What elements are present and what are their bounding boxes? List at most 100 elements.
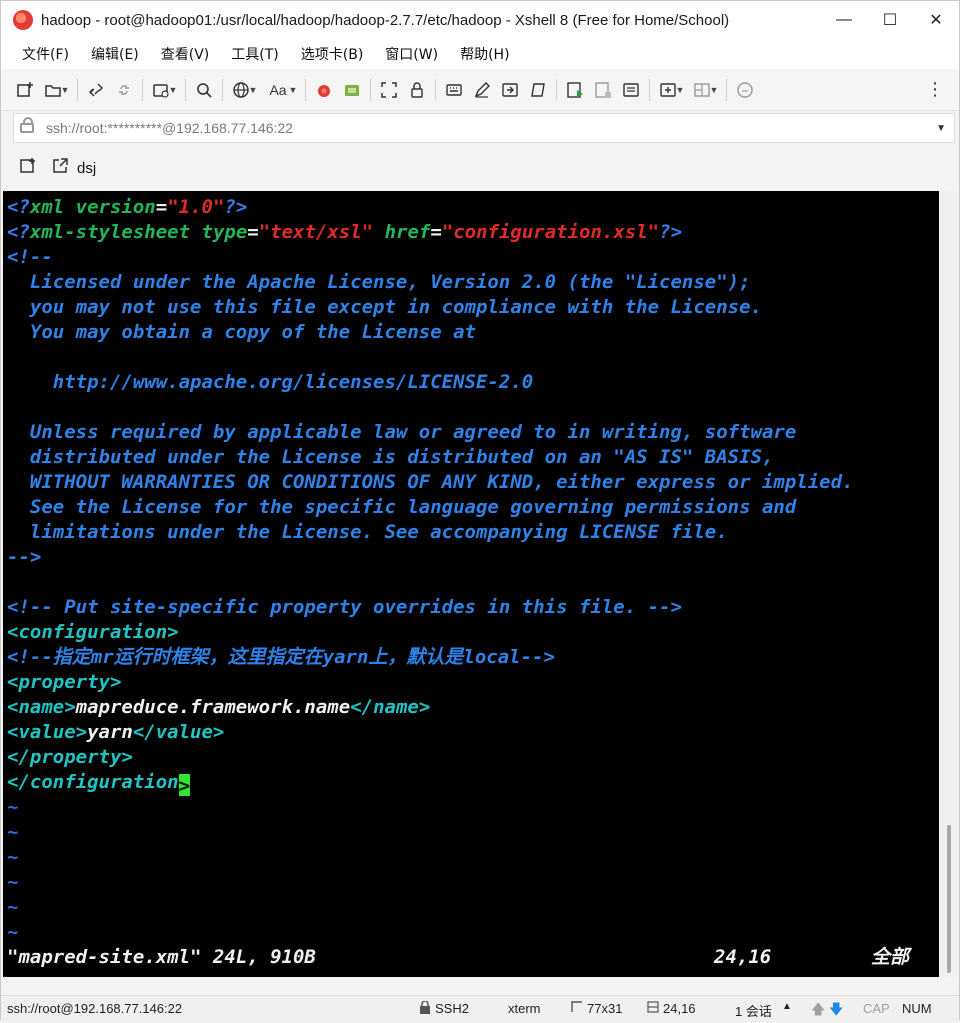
- chat-icon[interactable]: [731, 76, 759, 104]
- run-script-icon[interactable]: [561, 76, 589, 104]
- address-bar[interactable]: ssh://root:**********@192.168.77.146:22 …: [13, 113, 955, 143]
- minimize-button[interactable]: —: [821, 1, 867, 39]
- xshell-window: hadoop - root@hadoop01:/usr/local/hadoop…: [0, 0, 960, 1022]
- terminal-scrollbar[interactable]: [939, 191, 959, 977]
- empty-line-tilde: ~: [7, 921, 19, 943]
- address-dropdown-icon[interactable]: ▼: [936, 123, 946, 134]
- encoding-dropdown-icon[interactable]: ▼: [247, 85, 259, 95]
- font-dropdown-icon[interactable]: ▼: [287, 85, 299, 95]
- log-icon[interactable]: [617, 76, 645, 104]
- toolbar-separator: [435, 78, 436, 101]
- pen-icon[interactable]: [468, 76, 496, 104]
- maximize-button[interactable]: ☐: [867, 1, 913, 39]
- status-size: 77x31: [587, 1001, 623, 1016]
- editor-line-11: distributed under the License is distrib…: [7, 446, 774, 468]
- arrow-up-icon: 🡅: [811, 1001, 826, 1017]
- editor-line-20: <property>: [7, 671, 122, 693]
- toolbar-separator: [142, 78, 143, 101]
- status-caps: CAP: [863, 1001, 890, 1016]
- editor-line-24: </configuration>: [7, 771, 191, 797]
- status-connection: ssh://root@192.168.77.146:22: [7, 1001, 183, 1016]
- lock-icon: [20, 117, 34, 133]
- ssh-lock-icon: [419, 1000, 431, 1017]
- session-tab-bar: dsj: [1, 149, 959, 187]
- vim-status-file: "mapred-site.xml" 24L, 910B: [7, 946, 316, 968]
- editor-line-18: <configuration>: [7, 621, 179, 643]
- menu-tools[interactable]: 工具(T): [220, 44, 289, 64]
- empty-line-tilde: ~: [7, 896, 19, 918]
- lock-icon[interactable]: [403, 76, 431, 104]
- script-icon[interactable]: [524, 76, 552, 104]
- toolbar-separator: [185, 78, 186, 101]
- transfer-icon[interactable]: [338, 76, 366, 104]
- search-icon[interactable]: [190, 76, 218, 104]
- more-icon[interactable]: ⋮: [921, 76, 949, 104]
- empty-line-tilde: ~: [7, 821, 19, 843]
- toolbar-separator: [649, 78, 650, 101]
- new-session-icon[interactable]: [11, 76, 39, 104]
- editor-line-23: </property>: [7, 746, 133, 768]
- layout-dropdown-icon[interactable]: ▼: [708, 85, 720, 95]
- editor-line-1: <?xml version="1.0"?>: [7, 196, 248, 218]
- stop-script-icon[interactable]: [589, 76, 617, 104]
- fullscreen-icon[interactable]: [375, 76, 403, 104]
- editor-line-19: <!--指定mr运行时框架，这里指定在yarn上，默认是local-->: [7, 646, 555, 668]
- empty-line-tilde: ~: [7, 846, 19, 868]
- toolbar-separator: [556, 78, 557, 101]
- editor-line-10: Unless required by applicable law or agr…: [7, 421, 797, 443]
- toolbar-separator: [222, 78, 223, 101]
- window-controls: — ☐ ✕: [821, 1, 959, 39]
- editor-line-15: -->: [7, 546, 42, 568]
- window-title: hadoop - root@hadoop01:/usr/local/hadoop…: [41, 11, 730, 29]
- status-cursor: 24,16: [663, 1001, 696, 1016]
- editor-line-21: <name>mapreduce.framework.name</name>: [7, 696, 431, 718]
- toolbar-separator: [370, 78, 371, 101]
- editor-line-4: Licensed under the Apache License, Versi…: [7, 271, 751, 293]
- menu-view[interactable]: 查看(V): [150, 44, 221, 64]
- status-bar: ssh://root@192.168.77.146:22 SSH2 xterm …: [1, 995, 959, 1022]
- empty-line-tilde: ~: [7, 871, 19, 893]
- send-icon[interactable]: [496, 76, 524, 104]
- close-button[interactable]: ✕: [913, 1, 959, 39]
- menu-bar: 文件(F) 编辑(E) 查看(V) 工具(T) 选项卡(B) 窗口(W) 帮助(…: [1, 39, 959, 69]
- session-list-icon[interactable]: [19, 157, 37, 179]
- open-dropdown-icon[interactable]: ▼: [59, 85, 71, 95]
- vim-status-all: 全部: [871, 946, 910, 968]
- xshell-logo-icon: [13, 10, 33, 30]
- editor-line-22: <value>yarn</value>: [7, 721, 225, 743]
- sessions-up-icon[interactable]: ▲: [782, 1001, 792, 1012]
- editor-line-14: limitations under the License. See accom…: [7, 521, 728, 543]
- menu-edit[interactable]: 编辑(E): [80, 44, 150, 64]
- terminal-size-icon: [571, 1001, 583, 1016]
- editor-line-3: <!--: [7, 246, 53, 268]
- scrollbar-thumb[interactable]: [947, 825, 951, 973]
- status-sessions[interactable]: 1 会话: [735, 1001, 772, 1020]
- status-protocol: SSH2: [435, 1001, 469, 1016]
- address-text[interactable]: ssh://root:**********@192.168.77.146:22: [46, 120, 293, 136]
- disconnect-icon[interactable]: [110, 76, 138, 104]
- add-dropdown-icon[interactable]: ▼: [674, 85, 686, 95]
- menu-tabs[interactable]: 选项卡(B): [290, 44, 375, 64]
- editor-line-12: WITHOUT WARRANTIES OR CONDITIONS OF ANY …: [7, 471, 854, 493]
- new-tab-dropdown-icon[interactable]: ▼: [167, 85, 179, 95]
- menu-help[interactable]: 帮助(H): [449, 44, 520, 64]
- tab-dsj[interactable]: dsj: [77, 160, 96, 177]
- editor-line-5: you may not use this file except in comp…: [7, 296, 762, 318]
- status-term: xterm: [508, 1001, 541, 1016]
- xftp-icon[interactable]: [310, 76, 338, 104]
- reconnect-icon[interactable]: [82, 76, 110, 104]
- terminal-area[interactable]: <?xml version="1.0"?> <?xml-stylesheet t…: [3, 191, 939, 977]
- title-bar: hadoop - root@hadoop01:/usr/local/hadoop…: [1, 1, 959, 39]
- menu-window[interactable]: 窗口(W): [374, 44, 449, 64]
- text-cursor: >: [178, 774, 191, 797]
- empty-line-tilde: ~: [7, 796, 19, 818]
- arrow-down-icon: 🡇: [829, 1001, 844, 1017]
- toolbar-separator: [77, 78, 78, 101]
- cursor-position-icon: [647, 1001, 659, 1016]
- vim-status-position: 24,16: [714, 946, 772, 968]
- editor-line-13: See the License for the specific languag…: [7, 496, 797, 518]
- editor-line-8: http://www.apache.org/licenses/LICENSE-2…: [7, 371, 534, 393]
- keyboard-icon[interactable]: [440, 76, 468, 104]
- menu-file[interactable]: 文件(F): [11, 44, 80, 64]
- external-link-icon[interactable]: [51, 157, 69, 179]
